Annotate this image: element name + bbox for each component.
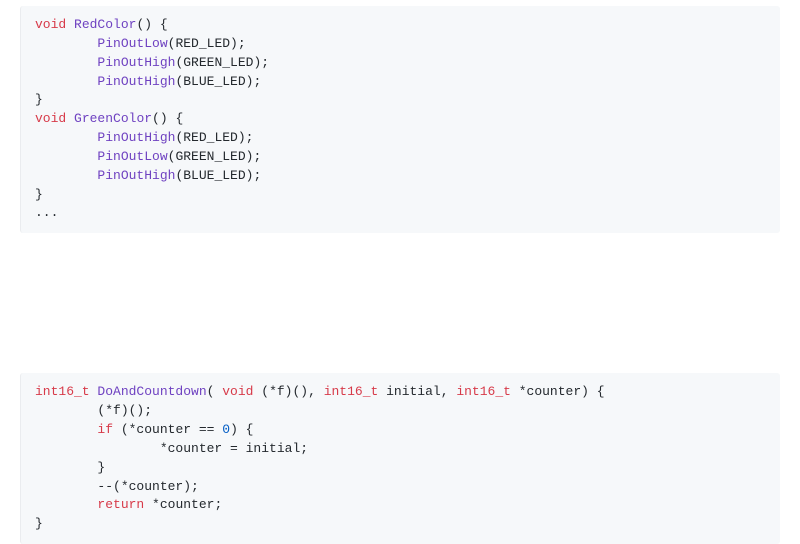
code-text bbox=[35, 497, 97, 512]
type: int16_t bbox=[456, 384, 511, 399]
code-text: (RED_LED); bbox=[175, 130, 253, 145]
type: int16_t bbox=[324, 384, 379, 399]
call: PinOutHigh bbox=[97, 55, 175, 70]
code-text bbox=[35, 422, 97, 437]
type: int16_t bbox=[35, 384, 90, 399]
code-text: (GREEN_LED); bbox=[175, 55, 269, 70]
function-name: RedColor bbox=[74, 17, 136, 32]
code-text: (*counter == bbox=[113, 422, 222, 437]
call: PinOutHigh bbox=[97, 74, 175, 89]
ellipsis: ... bbox=[35, 205, 58, 220]
code-text: () { bbox=[136, 17, 167, 32]
code-text: (BLUE_LED); bbox=[175, 168, 261, 183]
code-text: initial, bbox=[378, 384, 456, 399]
number: 0 bbox=[222, 422, 230, 437]
code-text: *counter = initial; bbox=[35, 441, 308, 456]
code-text: } bbox=[35, 516, 43, 531]
keyword: return bbox=[97, 497, 144, 512]
keyword: void bbox=[35, 17, 66, 32]
call: PinOutHigh bbox=[97, 168, 175, 183]
code-block-countdown: int16_t DoAndCountdown( void (*f)(), int… bbox=[20, 373, 780, 544]
function-name: GreenColor bbox=[74, 111, 152, 126]
code-text: *counter) { bbox=[511, 384, 605, 399]
code-text: } bbox=[35, 460, 105, 475]
keyword: void bbox=[222, 384, 253, 399]
code-text: } bbox=[35, 187, 43, 202]
code-text: (BLUE_LED); bbox=[175, 74, 261, 89]
call: PinOutLow bbox=[97, 36, 167, 51]
keyword: void bbox=[35, 111, 66, 126]
call: PinOutLow bbox=[97, 149, 167, 164]
code-block-colors: void RedColor() { PinOutLow(RED_LED); Pi… bbox=[20, 6, 780, 233]
code-text: *counter; bbox=[144, 497, 222, 512]
code-text: (*f)(), bbox=[253, 384, 323, 399]
code-text: (RED_LED); bbox=[168, 36, 246, 51]
code-text: ( bbox=[207, 384, 223, 399]
code-text: () { bbox=[152, 111, 183, 126]
function-name: DoAndCountdown bbox=[97, 384, 206, 399]
code-text: } bbox=[35, 92, 43, 107]
code-text: ) { bbox=[230, 422, 253, 437]
code-text: (GREEN_LED); bbox=[168, 149, 262, 164]
blank-gap bbox=[20, 233, 780, 373]
call: PinOutHigh bbox=[97, 130, 175, 145]
code-text: (*f)(); bbox=[35, 403, 152, 418]
keyword: if bbox=[97, 422, 113, 437]
code-text: --(*counter); bbox=[35, 479, 199, 494]
